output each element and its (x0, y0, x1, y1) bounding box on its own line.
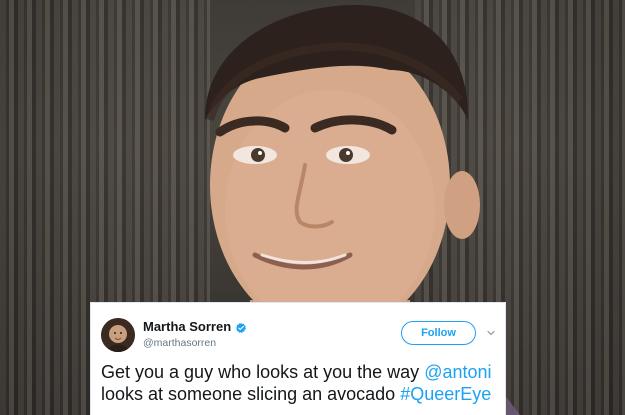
screenshot-stage: Martha Sorren @marthasorren Follow Get y… (0, 0, 625, 415)
hashtag-link[interactable]: #QueerEye (400, 384, 491, 404)
avatar-image (101, 318, 135, 352)
chevron-down-icon[interactable] (485, 327, 497, 339)
verified-badge-icon (235, 321, 247, 333)
tweet-text-part1: Get you a guy who looks at you the way (101, 362, 425, 382)
avatar[interactable] (101, 318, 135, 352)
display-name[interactable]: Martha Sorren (143, 319, 231, 334)
tweet-text: Get you a guy who looks at you the way @… (101, 361, 496, 405)
name-row: Martha Sorren (143, 319, 247, 334)
tweet-text-part2: looks at someone slicing an avocado (101, 384, 401, 404)
tweet-card: Martha Sorren @marthasorren Follow Get y… (90, 302, 506, 415)
follow-button[interactable]: Follow (401, 321, 476, 345)
handle[interactable]: @marthasorren (143, 337, 216, 349)
mention-link[interactable]: @antoni (424, 362, 491, 382)
